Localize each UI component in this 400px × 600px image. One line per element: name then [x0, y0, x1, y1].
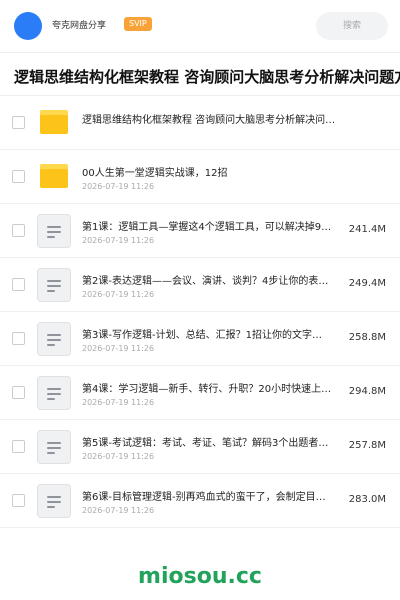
- row-checkbox[interactable]: [12, 116, 25, 129]
- document-icon: [37, 376, 71, 410]
- file-name: 第5课-考试逻辑：考试、考证、笔试？解码3个出题者…: [82, 438, 329, 449]
- header-bar: 夸克网盘分享 SVIP 搜索: [0, 0, 400, 52]
- document-icon: [37, 430, 71, 464]
- page-title: 逻辑思维结构化框架教程 咨询顾问大脑思考分析解决问题方: [14, 68, 400, 86]
- file-row[interactable]: 第5课-考试逻辑：考试、考证、笔试？解码3个出题者… 2026-07-19 11…: [0, 420, 400, 474]
- file-row[interactable]: 第3课-写作逻辑-计划、总结、汇报？1招让你的文字… 2026-07-19 11…: [0, 312, 400, 366]
- file-size: 294.8M: [348, 386, 386, 397]
- file-name: 第1课：逻辑工具—掌握这4个逻辑工具，可以解决掉9…: [82, 222, 332, 233]
- folder-icon: [40, 164, 68, 188]
- file-size: 241.4M: [348, 224, 386, 235]
- file-row[interactable]: 00人生第一堂逻辑实战课，12招 2026-07-19 11:26: [0, 150, 400, 204]
- file-date: 2026-07-19 11:26: [82, 398, 155, 407]
- file-date: 2026-07-19 11:26: [82, 290, 155, 299]
- file-name: 第2课-表达逻辑——会议、演讲、谈判？4步让你的表…: [82, 276, 329, 287]
- file-name: 第6课-目标管理逻辑-别再鸡血式的蛮干了，会制定目…: [82, 492, 326, 503]
- svip-badge: SVIP: [124, 17, 152, 31]
- row-checkbox[interactable]: [12, 386, 25, 399]
- document-icon: [37, 214, 71, 248]
- folder-icon: [40, 110, 68, 134]
- document-icon: [37, 268, 71, 302]
- row-checkbox[interactable]: [12, 224, 25, 237]
- file-row[interactable]: 逻辑思维结构化框架教程 咨询顾问大脑思考分析解决问…: [0, 96, 400, 150]
- search-input[interactable]: 搜索: [316, 12, 388, 40]
- file-date: 2026-07-19 11:26: [82, 236, 155, 245]
- row-checkbox[interactable]: [12, 170, 25, 183]
- file-name: 00人生第一堂逻辑实战课，12招: [82, 168, 228, 179]
- document-icon: [37, 322, 71, 356]
- file-date: 2026-07-19 11:26: [82, 182, 155, 191]
- watermark: miosou.cc: [138, 564, 262, 589]
- document-icon: [37, 484, 71, 518]
- file-date: 2026-07-19 11:26: [82, 452, 155, 461]
- row-checkbox[interactable]: [12, 332, 25, 345]
- file-size: 283.0M: [348, 494, 386, 505]
- file-date: 2026-07-19 11:26: [82, 344, 155, 353]
- file-row[interactable]: 第6课-目标管理逻辑-别再鸡血式的蛮干了，会制定目… 2026-07-19 11…: [0, 474, 400, 528]
- file-size: 258.8M: [348, 332, 386, 343]
- header-divider: [0, 52, 400, 53]
- row-checkbox[interactable]: [12, 494, 25, 507]
- file-size: 257.8M: [348, 440, 386, 451]
- row-checkbox[interactable]: [12, 278, 25, 291]
- file-row[interactable]: 第2课-表达逻辑——会议、演讲、谈判？4步让你的表… 2026-07-19 11…: [0, 258, 400, 312]
- file-size: 249.4M: [348, 278, 386, 289]
- file-name: 逻辑思维结构化框架教程 咨询顾问大脑思考分析解决问…: [82, 115, 336, 126]
- file-row[interactable]: 第1课：逻辑工具—掌握这4个逻辑工具，可以解决掉9… 2026-07-19 11…: [0, 204, 400, 258]
- file-list: 逻辑思维结构化框架教程 咨询顾问大脑思考分析解决问… 00人生第一堂逻辑实战课，…: [0, 96, 400, 528]
- file-name: 第3课-写作逻辑-计划、总结、汇报？1招让你的文字…: [82, 330, 322, 341]
- file-row[interactable]: 第4课：学习逻辑—新手、转行、升职？20小时快速上… 2026-07-19 11…: [0, 366, 400, 420]
- user-name: 夸克网盘分享: [52, 21, 107, 31]
- file-date: 2026-07-19 11:26: [82, 506, 155, 515]
- row-checkbox[interactable]: [12, 440, 25, 453]
- file-name: 第4课：学习逻辑—新手、转行、升职？20小时快速上…: [82, 384, 332, 395]
- avatar[interactable]: [14, 12, 42, 40]
